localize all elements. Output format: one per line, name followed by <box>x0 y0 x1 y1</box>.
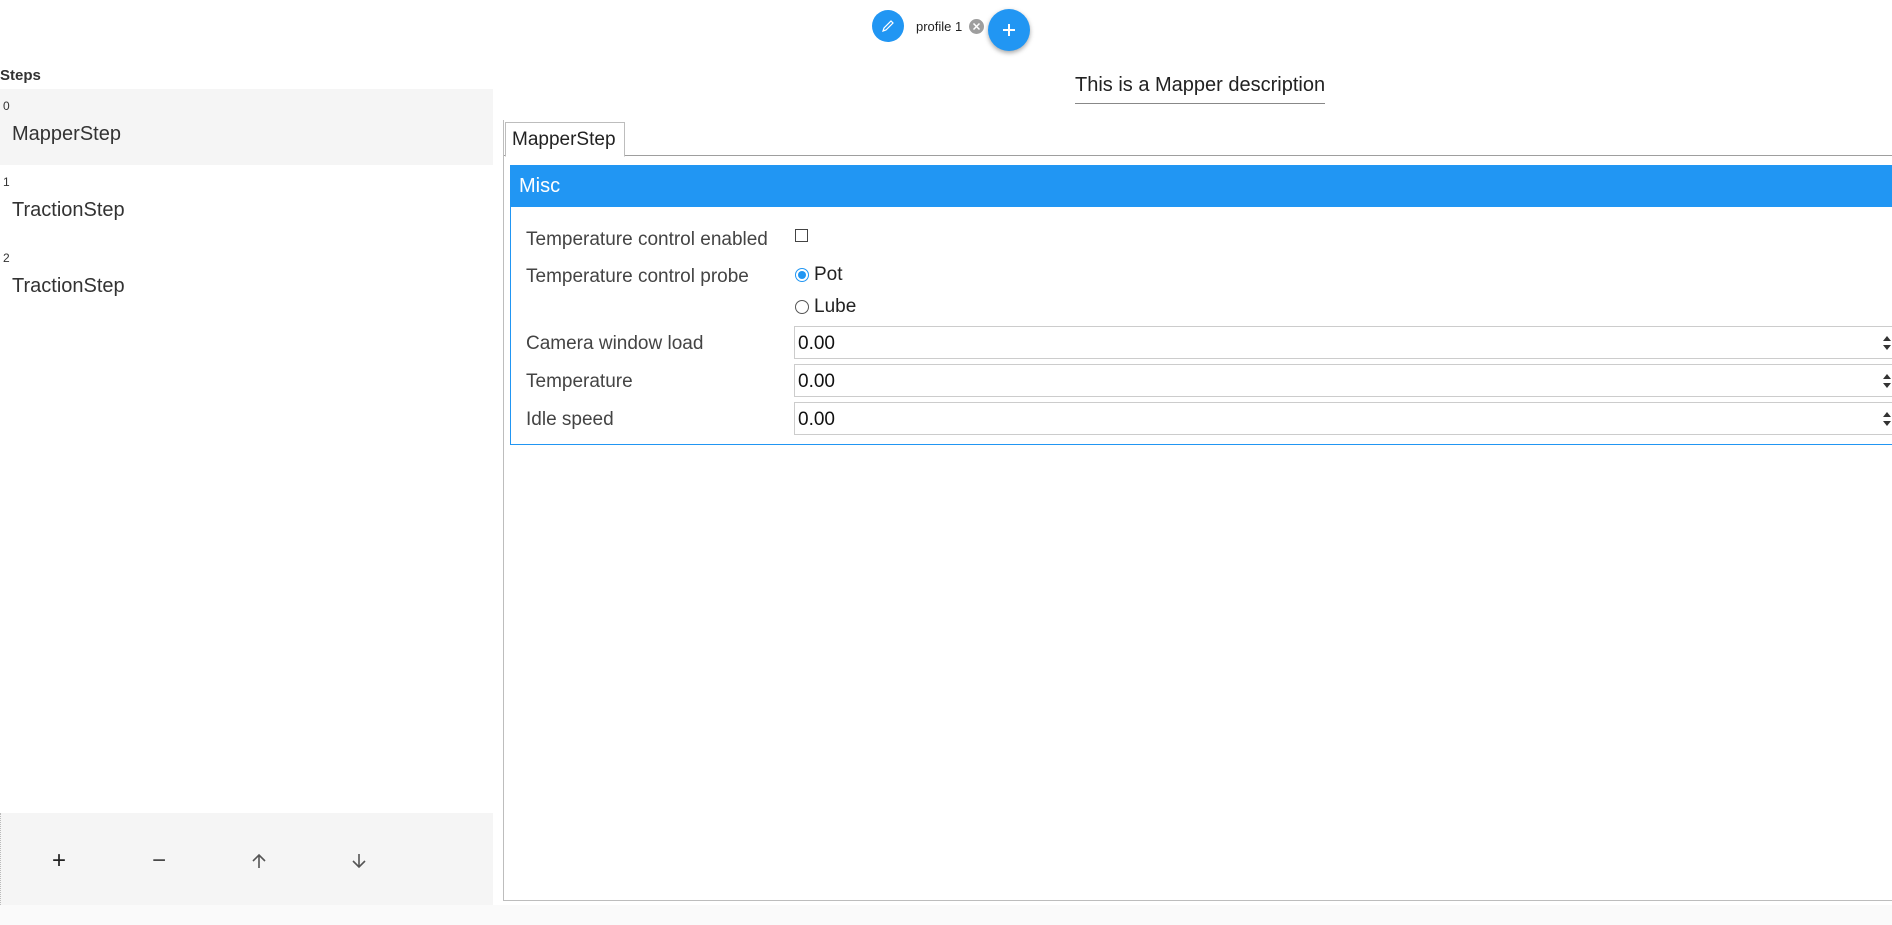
temp-control-enabled-label: Temperature control enabled <box>526 229 768 250</box>
add-profile-button[interactable] <box>988 9 1030 51</box>
step-label: TractionStep <box>12 275 125 297</box>
plus-icon <box>1003 24 1015 36</box>
idle-speed-stepper[interactable] <box>1879 402 1892 435</box>
radio-label-pot: Pot <box>814 264 843 285</box>
tab-mapperstep[interactable]: MapperStep <box>505 122 625 157</box>
minus-icon: − <box>151 847 166 874</box>
radio-lube[interactable]: Lube <box>795 296 856 318</box>
step-item-2[interactable]: 2 TractionStep <box>0 241 493 317</box>
step-index: 2 <box>3 251 10 265</box>
camera-window-load-input[interactable]: 0.00 <box>794 326 1892 359</box>
section-header[interactable]: Misc <box>511 166 1892 207</box>
spin-down-icon[interactable] <box>1883 420 1891 426</box>
camera-window-load-label: Camera window load <box>526 333 704 354</box>
step-description[interactable]: This is a Mapper description <box>1075 74 1326 104</box>
plus-icon: + <box>51 847 66 874</box>
idle-speed-input[interactable]: 0.00 <box>794 402 1892 435</box>
camera-window-load-stepper[interactable] <box>1879 326 1892 359</box>
step-label: MapperStep <box>12 123 121 145</box>
move-step-up-button[interactable] <box>239 841 279 881</box>
steps-toolbar: + − <box>0 813 493 909</box>
profile-chip-label[interactable]: profile 1 <box>916 19 962 34</box>
step-index: 0 <box>3 99 10 113</box>
spin-up-icon[interactable] <box>1883 411 1891 417</box>
spin-down-icon[interactable] <box>1883 382 1891 388</box>
step-editor-panel: MapperStep Misc Temperature control enab… <box>503 120 1892 901</box>
page-footer <box>0 905 1892 925</box>
idle-speed-label: Idle speed <box>526 409 614 430</box>
steps-list: 0 MapperStep 1 TractionStep 2 TractionSt… <box>0 89 493 317</box>
radio-button-selected[interactable] <box>795 268 809 282</box>
step-item-1[interactable]: 1 TractionStep <box>0 165 493 241</box>
arrow-up-icon <box>252 853 266 868</box>
steps-title: Steps <box>0 67 41 84</box>
misc-section: Misc Temperature control enabled Tempera… <box>510 165 1892 445</box>
tab-strip: MapperStep <box>504 120 1892 157</box>
temperature-input[interactable]: 0.00 <box>794 364 1892 397</box>
close-icon[interactable] <box>969 18 985 34</box>
profile-tabs: profile 1 <box>872 10 985 42</box>
edit-icon <box>882 20 894 32</box>
radio-pot[interactable]: Pot <box>795 264 843 286</box>
temperature-stepper[interactable] <box>1879 364 1892 397</box>
add-step-button[interactable]: + <box>39 841 79 881</box>
radio-button[interactable] <box>795 300 809 314</box>
arrow-down-icon <box>352 854 366 869</box>
spin-down-icon[interactable] <box>1883 344 1891 350</box>
temp-control-probe-label: Temperature control probe <box>526 266 749 287</box>
remove-step-button[interactable]: − <box>139 841 179 881</box>
temp-control-enabled-checkbox[interactable] <box>795 229 808 242</box>
temperature-label: Temperature <box>526 371 633 392</box>
step-item-0[interactable]: 0 MapperStep <box>0 89 493 165</box>
move-step-down-button[interactable] <box>339 841 379 881</box>
profile-chip-avatar[interactable] <box>872 10 904 42</box>
spin-up-icon[interactable] <box>1883 373 1891 379</box>
step-label: TractionStep <box>12 199 125 221</box>
radio-label-lube: Lube <box>814 296 857 317</box>
spin-up-icon[interactable] <box>1883 335 1891 341</box>
step-index: 1 <box>3 175 10 189</box>
